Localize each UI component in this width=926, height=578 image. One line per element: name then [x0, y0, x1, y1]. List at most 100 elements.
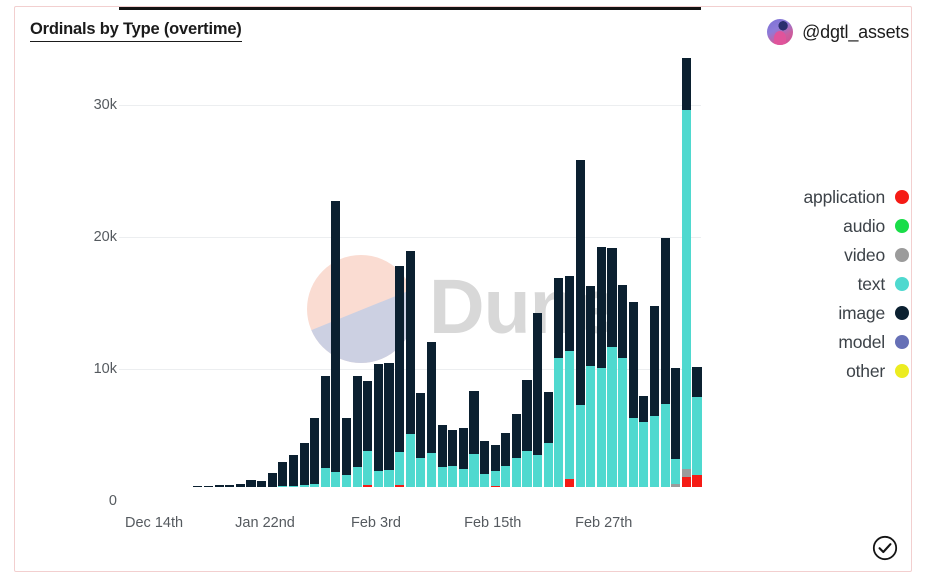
table-row[interactable]	[564, 276, 575, 487]
legend-item-text[interactable]: text	[729, 272, 909, 296]
table-row[interactable]	[267, 473, 277, 487]
table-row[interactable]	[203, 485, 214, 487]
bar-segment-image	[554, 278, 564, 358]
table-row[interactable]	[193, 485, 203, 487]
table-row[interactable]	[511, 414, 521, 487]
legend-item-label: image	[838, 302, 885, 323]
bar-segment-text	[511, 457, 521, 487]
bar-segment-image	[193, 485, 203, 487]
table-row[interactable]	[596, 246, 606, 487]
legend-color-swatch	[895, 190, 909, 204]
bar-segment-image	[671, 367, 681, 459]
bar-segment-image	[299, 442, 309, 485]
table-row[interactable]	[257, 481, 267, 487]
table-row[interactable]	[225, 484, 235, 487]
table-row[interactable]	[341, 418, 352, 487]
legend-item-label: model	[838, 331, 885, 352]
table-row[interactable]	[660, 237, 670, 487]
y-axis-tick-label: 30k	[93, 97, 117, 113]
bar-segment-application	[490, 485, 500, 487]
check-circle-icon[interactable]	[871, 534, 899, 562]
bar-segment-text	[384, 469, 394, 487]
table-row[interactable]	[458, 427, 468, 487]
table-row[interactable]	[235, 483, 245, 487]
table-row[interactable]	[543, 391, 553, 487]
table-row[interactable]	[384, 362, 394, 487]
bar-segment-text	[554, 357, 564, 487]
legend-item-label: video	[844, 244, 885, 265]
table-row[interactable]	[246, 480, 256, 487]
y-axis-tick-label: 10k	[93, 361, 117, 377]
bar-segment-text	[628, 418, 638, 487]
bar-segment-image	[628, 302, 638, 419]
table-row[interactable]	[331, 200, 341, 487]
table-row[interactable]	[490, 444, 500, 487]
legend-item-video[interactable]: video	[729, 243, 909, 267]
table-row[interactable]	[607, 248, 617, 487]
table-row[interactable]	[480, 440, 490, 487]
bar-segment-text	[299, 484, 309, 487]
table-row[interactable]	[363, 381, 373, 487]
bar-segment-application	[692, 475, 702, 487]
bar-segment-text	[586, 365, 596, 487]
table-row[interactable]	[639, 395, 649, 487]
bar-segment-text	[543, 443, 553, 487]
table-row[interactable]	[628, 302, 638, 487]
legend-item-other[interactable]: other	[729, 359, 909, 383]
table-row[interactable]	[405, 250, 415, 487]
bar-segment-text	[331, 472, 341, 487]
bar-segment-text	[564, 351, 575, 480]
table-row[interactable]	[469, 390, 479, 487]
bar-segment-image	[649, 306, 660, 416]
bar-segment-text	[575, 405, 585, 487]
table-row[interactable]	[416, 393, 426, 487]
bar-segment-image	[480, 440, 490, 474]
table-row[interactable]	[586, 286, 596, 487]
table-row[interactable]	[373, 363, 383, 487]
x-axis-tick-label: Dec 14th	[125, 515, 184, 531]
table-row[interactable]	[288, 454, 299, 487]
legend-item-model[interactable]: model	[729, 330, 909, 354]
table-row[interactable]	[395, 266, 405, 487]
legend-item-audio[interactable]: audio	[729, 214, 909, 238]
table-row[interactable]	[618, 285, 628, 487]
bar-segment-image	[395, 266, 405, 453]
table-row[interactable]	[310, 418, 320, 487]
bar-segment-image	[618, 285, 628, 358]
table-row[interactable]	[437, 424, 447, 487]
bar-segment-text	[596, 368, 606, 487]
table-row[interactable]	[522, 380, 532, 487]
table-row[interactable]	[681, 58, 691, 487]
legend-item-application[interactable]: application	[729, 185, 909, 209]
bar-segment-text	[692, 397, 702, 476]
bar-segment-image	[575, 159, 585, 406]
table-row[interactable]	[352, 376, 362, 487]
y-axis-tick-label: 0	[108, 493, 117, 509]
table-row[interactable]	[649, 306, 660, 487]
bar-segment-image	[235, 483, 245, 487]
table-row[interactable]	[671, 367, 681, 487]
table-row[interactable]	[554, 278, 564, 487]
table-row[interactable]	[692, 366, 702, 487]
bar-segment-text	[618, 357, 628, 487]
y-axis-tick-label: 20k	[93, 229, 117, 245]
bar-segment-text	[458, 468, 468, 487]
bar-segment-image	[257, 481, 267, 487]
legend-color-swatch	[895, 364, 909, 378]
table-row[interactable]	[575, 159, 585, 487]
bar-segment-image	[331, 200, 341, 473]
table-row[interactable]	[533, 312, 543, 487]
table-row[interactable]	[299, 442, 309, 487]
bar-segment-text	[448, 465, 458, 487]
table-row[interactable]	[501, 432, 511, 487]
table-row[interactable]	[426, 341, 437, 487]
legend-item-image[interactable]: image	[729, 301, 909, 325]
table-row[interactable]	[320, 376, 330, 487]
table-row[interactable]	[214, 485, 224, 487]
bar-segment-text	[522, 451, 532, 487]
y-axis: 0 10k 20k 30k	[15, 7, 125, 571]
table-row[interactable]	[448, 430, 458, 487]
bar-segment-image	[469, 390, 479, 454]
bar-segment-text	[490, 471, 500, 486]
table-row[interactable]	[278, 462, 288, 487]
